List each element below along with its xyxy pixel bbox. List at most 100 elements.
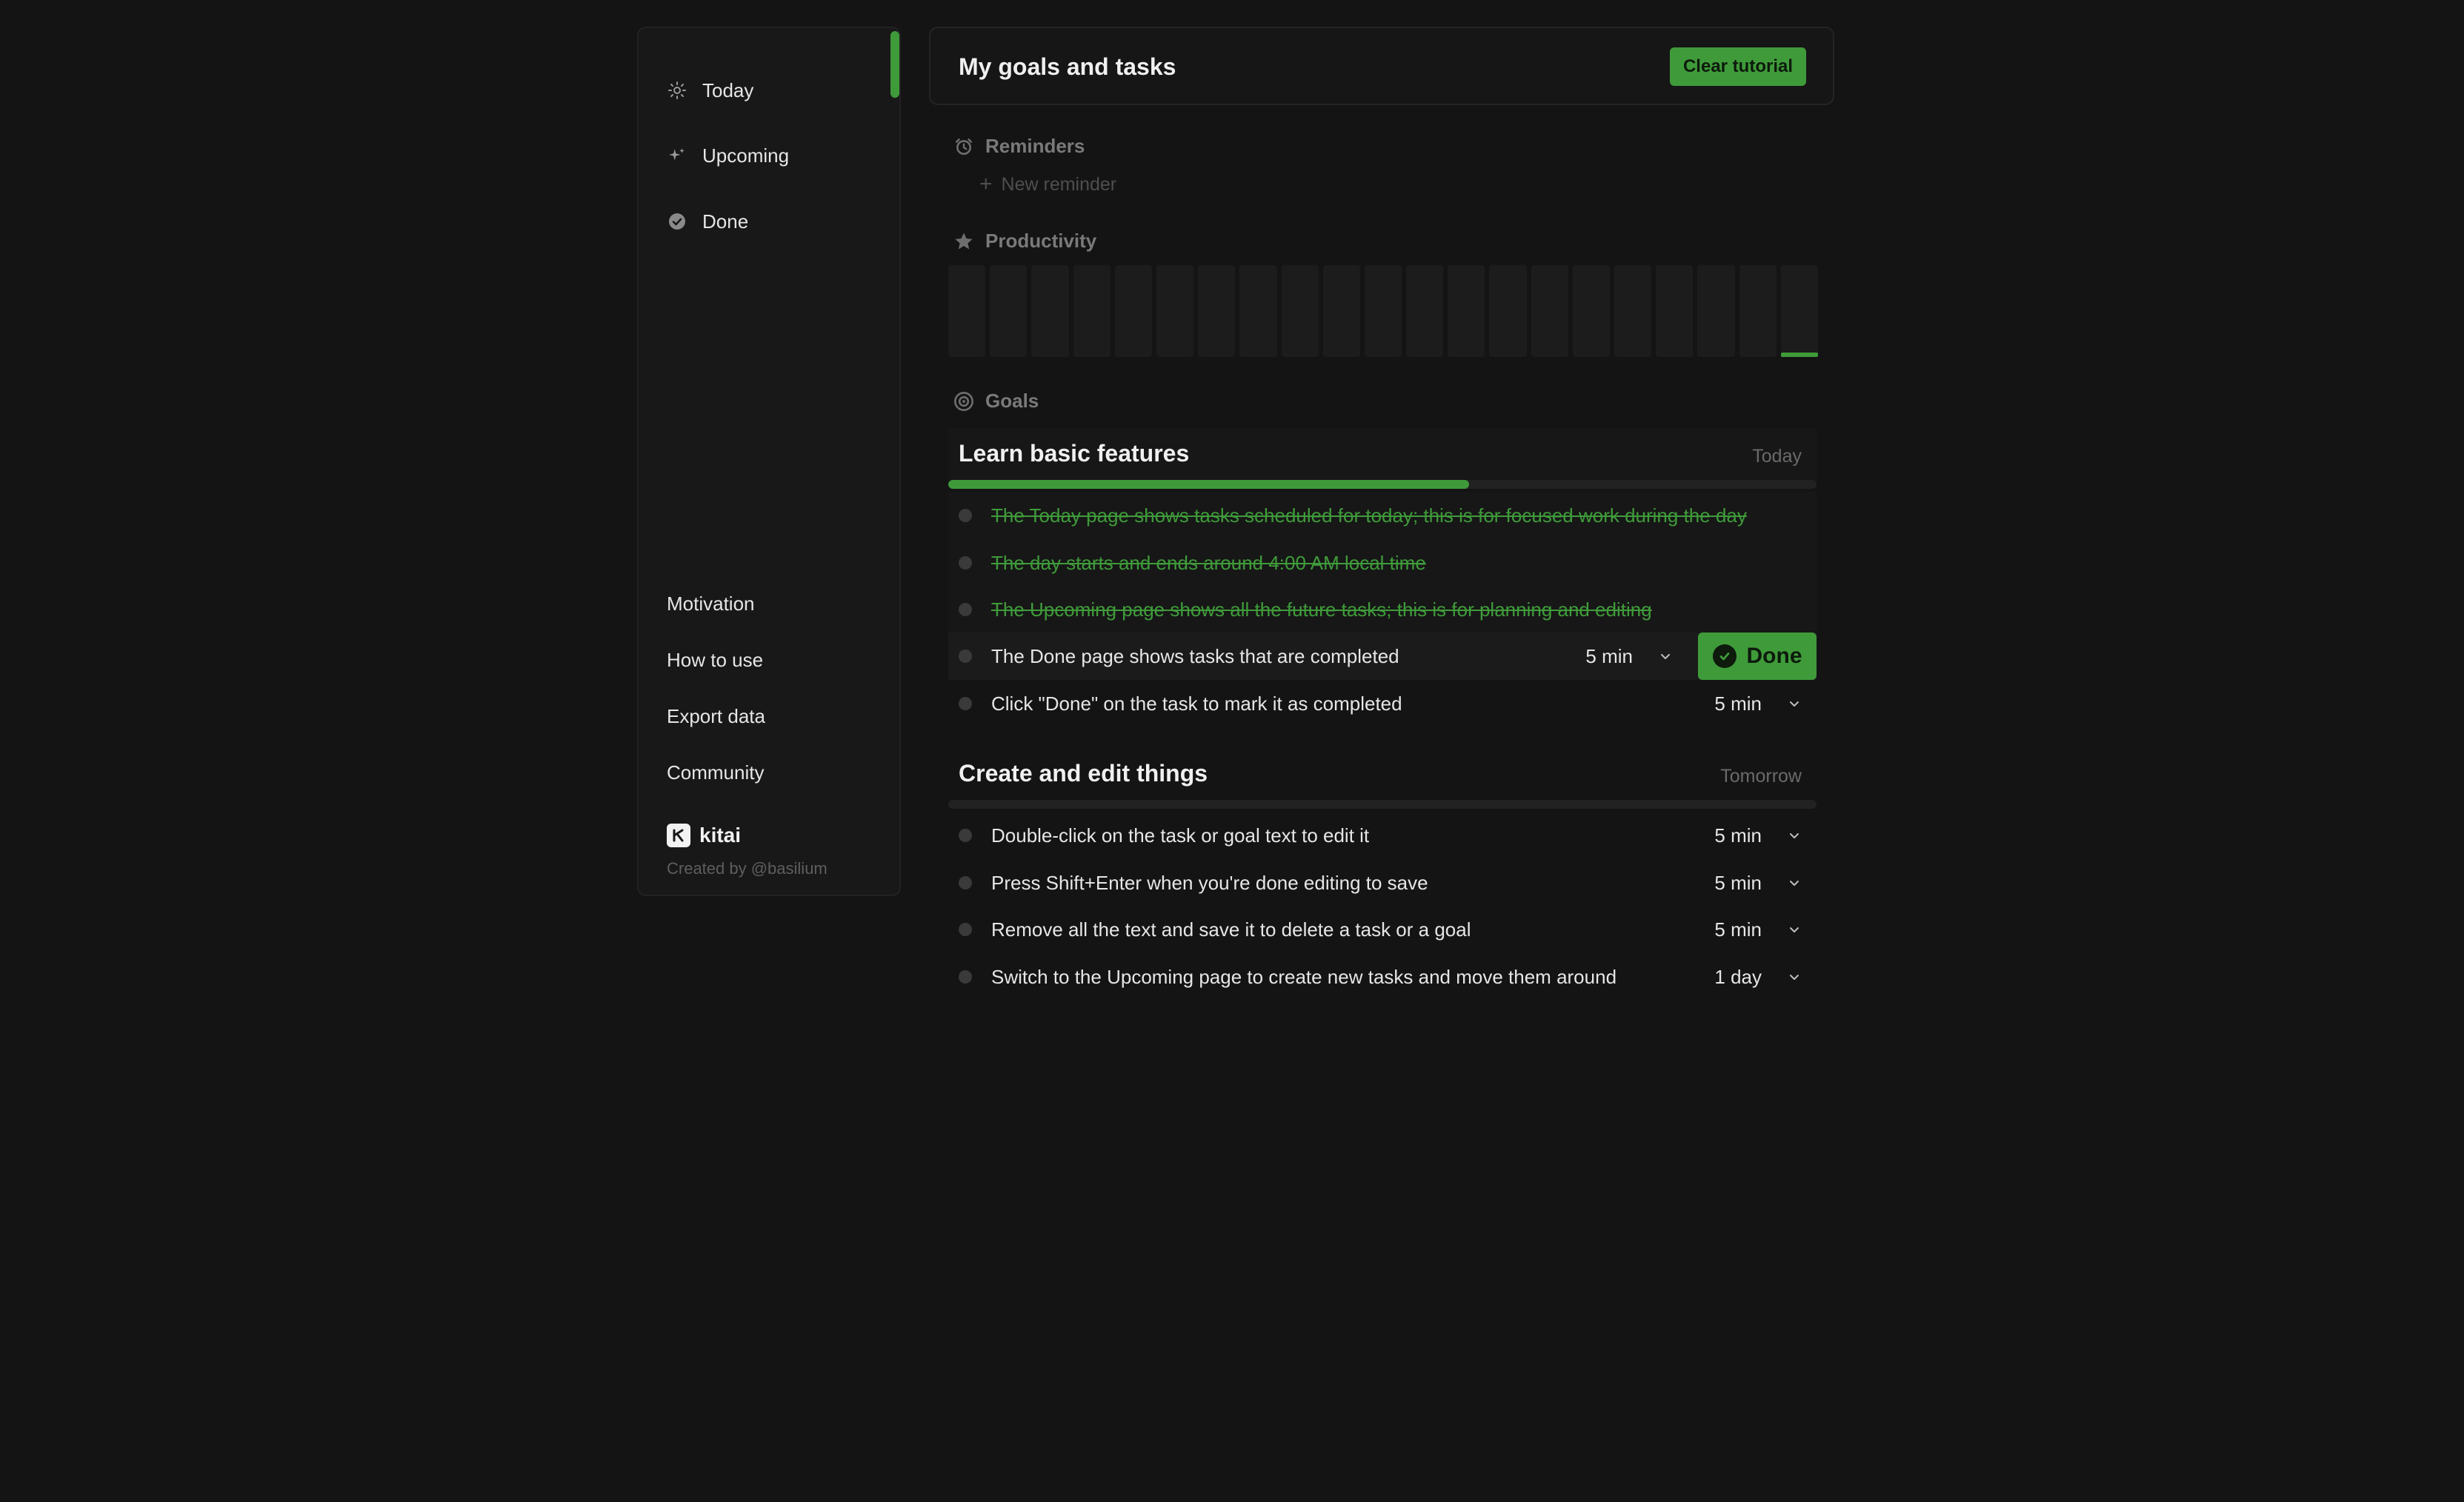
- clear-tutorial-button[interactable]: Clear tutorial: [1669, 47, 1806, 86]
- task-duration[interactable]: 5 min: [1714, 824, 1762, 847]
- task-row-selected[interactable]: The Done page shows tasks that are compl…: [948, 632, 1817, 680]
- productivity-day-bar: [1780, 265, 1818, 357]
- target-icon: [953, 390, 975, 413]
- done-button[interactable]: Done: [1698, 632, 1817, 680]
- page-title: My goals and tasks: [959, 53, 1176, 80]
- link-community[interactable]: Community: [667, 761, 764, 784]
- sun-icon: [667, 80, 687, 101]
- reminders-label-text: Reminders: [985, 135, 1085, 157]
- task-row[interactable]: Switch to the Upcoming page to create ne…: [948, 953, 1817, 1001]
- check-circle-icon: [667, 211, 687, 232]
- chevron-down-icon[interactable]: [1784, 919, 1805, 940]
- productivity-day-bar: [1073, 265, 1111, 357]
- nav-done-label: Done: [702, 210, 749, 233]
- goal-progress-bar: [948, 480, 1817, 489]
- nav-today-label: Today: [702, 79, 754, 101]
- productivity-day-fill: [1780, 352, 1818, 357]
- task-row[interactable]: Press Shift+Enter when you're done editi…: [948, 859, 1817, 907]
- task-text[interactable]: Double-click on the task or goal text to…: [991, 824, 1817, 847]
- link-export-data[interactable]: Export data: [667, 705, 765, 728]
- productivity-day-bar: [1531, 265, 1568, 357]
- task-row[interactable]: Click "Done" on the task to mark it as c…: [948, 680, 1817, 727]
- productivity-day-bar: [990, 265, 1028, 357]
- task-duration[interactable]: 5 min: [1714, 872, 1762, 895]
- productivity-day-bar: [1114, 265, 1152, 357]
- nav-upcoming-label: Upcoming: [702, 144, 790, 167]
- productivity-day-bar: [1739, 265, 1777, 357]
- productivity-day-bar: [1489, 265, 1527, 357]
- productivity-day-bar: [1572, 265, 1611, 357]
- productivity-day-bar: [1198, 265, 1236, 357]
- task-duration[interactable]: 1 day: [1714, 966, 1762, 989]
- task-duration[interactable]: 5 min: [1714, 918, 1762, 941]
- goal-schedule: Today: [1752, 446, 1802, 467]
- done-button-label: Done: [1746, 644, 1802, 668]
- productivity-chart: [948, 265, 1818, 360]
- task-text[interactable]: Click "Done" on the task to mark it as c…: [991, 692, 1817, 715]
- goals-label: Goals: [953, 390, 1039, 413]
- task-status-dot[interactable]: [959, 556, 972, 570]
- goal-title[interactable]: Create and edit things: [959, 760, 1208, 787]
- reminders-label: Reminders: [953, 135, 1085, 158]
- productivity-day-bar: [1281, 265, 1319, 357]
- chevron-down-icon[interactable]: [1655, 646, 1676, 667]
- task-text[interactable]: The Today page shows tasks scheduled for…: [991, 504, 1817, 527]
- task-status-dot[interactable]: [959, 509, 972, 522]
- task-row[interactable]: Double-click on the task or goal text to…: [948, 812, 1817, 859]
- task-status-dot[interactable]: [959, 876, 972, 889]
- task-text[interactable]: Remove all the text and save it to delet…: [991, 918, 1817, 941]
- goal-card: Create and edit things Tomorrow: [948, 748, 1817, 809]
- goal-schedule: Tomorrow: [1720, 766, 1802, 787]
- task-duration[interactable]: 5 min: [1714, 692, 1762, 715]
- task-status-dot[interactable]: [959, 829, 972, 842]
- goal-title[interactable]: Learn basic features: [959, 440, 1189, 467]
- productivity-day-bar: [1156, 265, 1194, 357]
- new-reminder-label: New reminder: [1001, 173, 1117, 195]
- task-text[interactable]: The Upcoming page shows all the future t…: [991, 598, 1817, 621]
- task-row[interactable]: The Today page shows tasks scheduled for…: [948, 492, 1817, 539]
- task-text[interactable]: Switch to the Upcoming page to create ne…: [991, 966, 1817, 989]
- task-duration[interactable]: 5 min: [1585, 645, 1633, 668]
- kitai-logo-icon: [667, 824, 690, 847]
- task-status-dot[interactable]: [959, 603, 972, 616]
- task-text[interactable]: The day starts and ends around 4:00 AM l…: [991, 552, 1817, 575]
- chevron-down-icon[interactable]: [1784, 825, 1805, 846]
- goal-progress-bar: [948, 800, 1817, 809]
- brand-name: kitai: [699, 824, 742, 847]
- goal-card: Learn basic features Today: [948, 428, 1817, 489]
- brand[interactable]: kitai: [667, 824, 741, 847]
- sidebar: Today Upcoming Done Motivation How to us…: [637, 27, 901, 896]
- task-status-dot[interactable]: [959, 697, 972, 710]
- new-reminder-button[interactable]: + New reminder: [979, 172, 1116, 197]
- active-nav-indicator: [890, 31, 899, 98]
- productivity-day-bar: [1239, 265, 1277, 357]
- nav-done[interactable]: Done: [639, 195, 890, 248]
- task-row[interactable]: The Upcoming page shows all the future t…: [948, 586, 1817, 633]
- link-motivation[interactable]: Motivation: [667, 593, 755, 615]
- task-status-dot[interactable]: [959, 650, 972, 663]
- task-text[interactable]: The Done page shows tasks that are compl…: [991, 645, 1817, 668]
- productivity-day-bar: [1614, 265, 1652, 357]
- alarm-clock-icon: [953, 136, 975, 158]
- task-row[interactable]: The day starts and ends around 4:00 AM l…: [948, 539, 1817, 587]
- task-row[interactable]: Remove all the text and save it to delet…: [948, 906, 1817, 953]
- productivity-day-bar: [1364, 265, 1402, 357]
- productivity-day-bar: [1406, 265, 1444, 357]
- nav-upcoming[interactable]: Upcoming: [639, 129, 890, 182]
- productivity-day-bar: [1656, 265, 1694, 357]
- goal-progress-fill: [948, 480, 1470, 489]
- star-icon: [953, 230, 975, 253]
- task-status-dot[interactable]: [959, 923, 972, 936]
- productivity-day-bar: [1697, 265, 1735, 357]
- link-how-to-use[interactable]: How to use: [667, 649, 763, 672]
- nav-today[interactable]: Today: [639, 64, 890, 117]
- page-header: My goals and tasks Clear tutorial: [929, 27, 1834, 105]
- chevron-down-icon[interactable]: [1784, 967, 1805, 987]
- chevron-down-icon[interactable]: [1784, 872, 1805, 893]
- sparkle-icon: [667, 145, 687, 166]
- credit-text: Created by @basilium: [667, 859, 828, 878]
- check-icon: [1712, 644, 1737, 668]
- chevron-down-icon[interactable]: [1784, 693, 1805, 714]
- task-status-dot[interactable]: [959, 970, 972, 984]
- task-text[interactable]: Press Shift+Enter when you're done editi…: [991, 872, 1817, 895]
